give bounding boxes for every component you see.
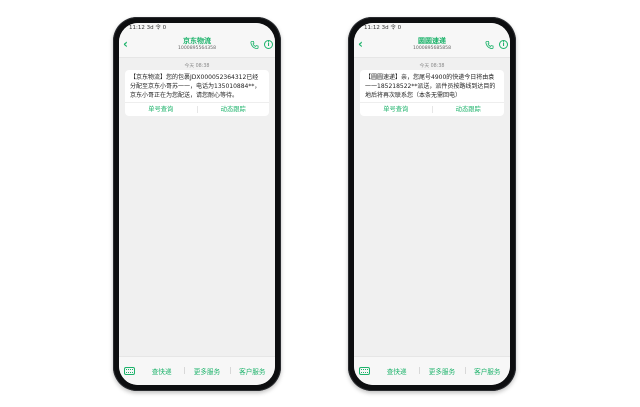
tracking-number-query-button[interactable]: 单号查询	[125, 103, 197, 116]
message-bubble: 【圆圆速递】亲，您尾号4900的快递今日将由袁一一185218522**派送，派…	[360, 70, 504, 116]
keyboard-icon[interactable]	[359, 367, 370, 375]
phone-call-icon[interactable]	[485, 40, 494, 50]
info-icon[interactable]: i	[499, 40, 508, 49]
status-bar: 11:12 3d 令 0	[119, 23, 275, 34]
menu-check-express[interactable]: 查快递	[374, 366, 419, 376]
conversation-header: ‹ 圆圆速递 1000895685858 i	[354, 34, 510, 58]
status-bar: 11:12 3d 令 0	[354, 23, 510, 34]
phone-frame-right: 11:12 3d 令 0 ‹ 圆圆速递 1000895685858 i 今天 0…	[348, 17, 516, 391]
phone-screen: 11:12 3d 令 0 ‹ 圆圆速递 1000895685858 i 今天 0…	[354, 23, 510, 385]
dynamic-tracking-button[interactable]: 动态跟踪	[196, 106, 270, 113]
message-timestamp: 今天 08:38	[419, 64, 445, 69]
tracking-number-query-button[interactable]: 单号查询	[360, 103, 432, 116]
bottom-menu-bar: 查快递 更多服务 客户服务	[119, 356, 275, 385]
menu-more-services[interactable]: 更多服务	[419, 366, 464, 376]
menu-customer-service[interactable]: 客户服务	[229, 366, 275, 376]
keyboard-icon[interactable]	[124, 367, 135, 375]
menu-more-services[interactable]: 更多服务	[184, 366, 229, 376]
phone-frame-left: 11:12 3d 令 0 ‹ 京东物流 1000895564358 i 今天 0…	[113, 17, 281, 391]
dynamic-tracking-button[interactable]: 动态跟踪	[431, 106, 505, 113]
message-timestamp: 今天 08:38	[184, 64, 210, 69]
message-actions: 单号查询 动态跟踪	[360, 102, 504, 116]
phone-screen: 11:12 3d 令 0 ‹ 京东物流 1000895564358 i 今天 0…	[119, 23, 275, 385]
bottom-menu-bar: 查快递 更多服务 客户服务	[354, 356, 510, 385]
menu-check-express[interactable]: 查快递	[139, 366, 184, 376]
message-bubble: 【京东物流】您的包裹JDX000052364312已经分配至京东小哥苏一一，电话…	[125, 70, 269, 116]
message-text: 【京东物流】您的包裹JDX000052364312已经分配至京东小哥苏一一，电话…	[130, 74, 261, 99]
conversation-header: ‹ 京东物流 1000895564358 i	[119, 34, 275, 58]
info-icon[interactable]: i	[264, 40, 273, 49]
phone-call-icon[interactable]	[250, 40, 259, 50]
menu-customer-service[interactable]: 客户服务	[464, 366, 510, 376]
message-text: 【圆圆速递】亲，您尾号4900的快递今日将由袁一一185218522**派送，派…	[365, 74, 496, 99]
message-actions: 单号查询 动态跟踪	[125, 102, 269, 116]
